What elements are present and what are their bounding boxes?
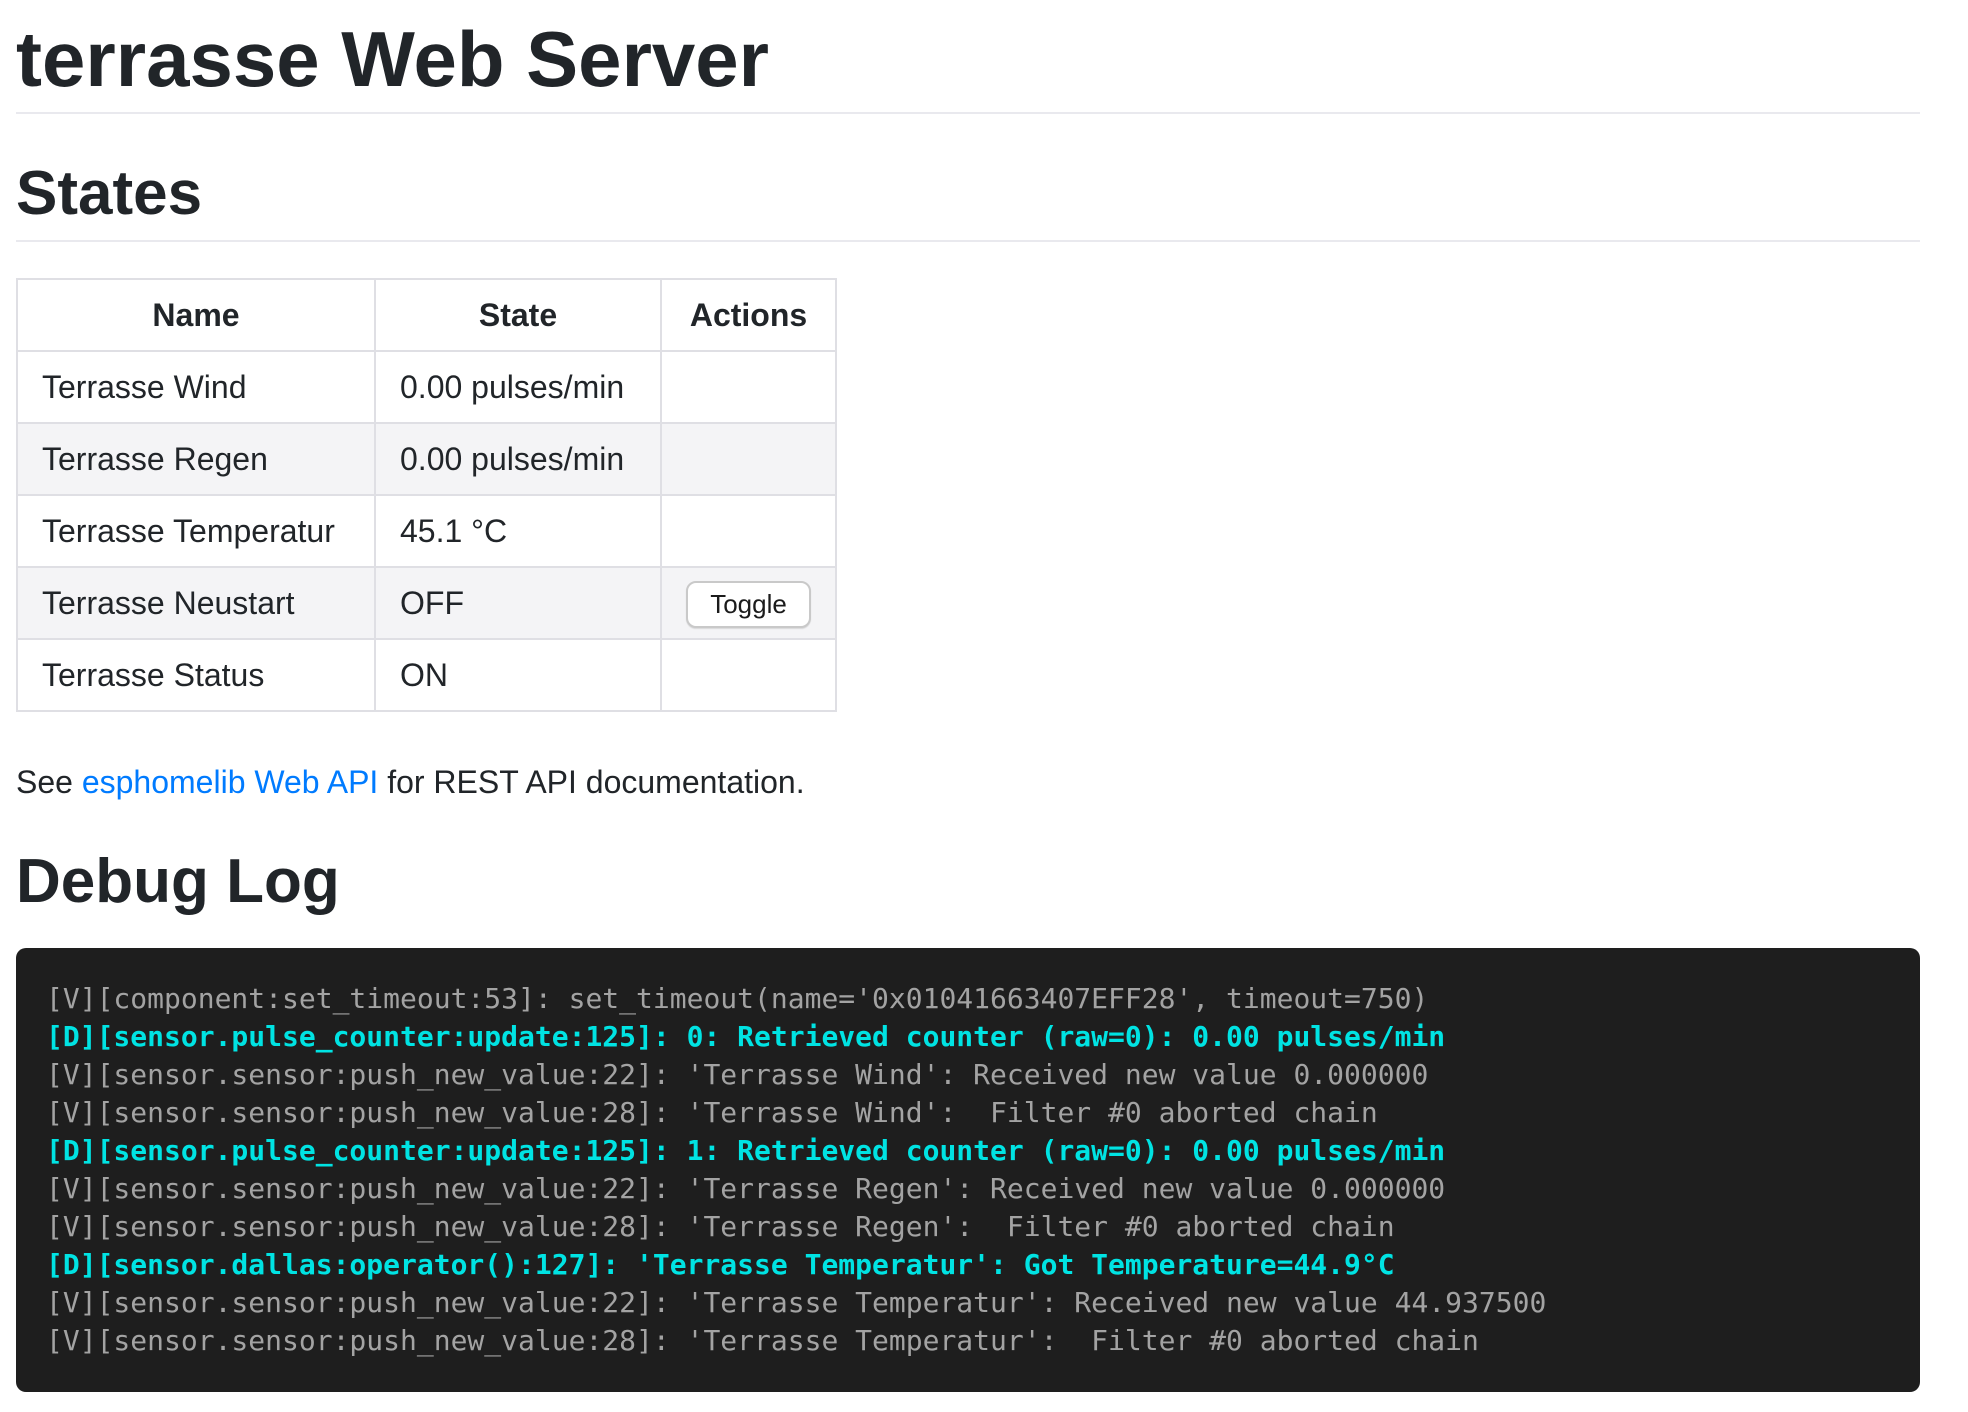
table-row: Terrasse Regen 0.00 pulses/min: [17, 423, 836, 495]
table-row: Terrasse Wind 0.00 pulses/min: [17, 351, 836, 423]
row-name: Terrasse Temperatur: [17, 495, 375, 567]
log-line: [D][sensor.dallas:operator():127]: 'Terr…: [46, 1246, 1890, 1284]
row-actions: [661, 423, 836, 495]
row-actions: [661, 351, 836, 423]
api-note-suffix: for REST API documentation.: [378, 764, 804, 800]
column-header-actions: Actions: [661, 279, 836, 351]
log-line: [V][sensor.sensor:push_new_value:22]: 'T…: [46, 1170, 1890, 1208]
log-line: [V][sensor.sensor:push_new_value:22]: 'T…: [46, 1284, 1890, 1322]
row-actions: Toggle: [661, 567, 836, 639]
log-line: [V][sensor.sensor:push_new_value:28]: 'T…: [46, 1094, 1890, 1132]
states-divider: [16, 240, 1920, 242]
log-line: [V][component:set_timeout:53]: set_timeo…: [46, 980, 1890, 1018]
log-line: [V][sensor.sensor:push_new_value:22]: 'T…: [46, 1056, 1890, 1094]
table-row: Terrasse Status ON: [17, 639, 836, 711]
api-note: See esphomelib Web API for REST API docu…: [16, 758, 1920, 806]
debug-log-panel: [V][component:set_timeout:53]: set_timeo…: [16, 948, 1920, 1392]
log-line: [V][sensor.sensor:push_new_value:28]: 'T…: [46, 1208, 1890, 1246]
row-actions: [661, 639, 836, 711]
debug-log-heading: Debug Log: [16, 846, 1920, 918]
column-header-state: State: [375, 279, 661, 351]
api-note-prefix: See: [16, 764, 82, 800]
row-state: 0.00 pulses/min: [375, 423, 661, 495]
table-header-row: Name State Actions: [17, 279, 836, 351]
row-actions: [661, 495, 836, 567]
row-name: Terrasse Status: [17, 639, 375, 711]
row-name: Terrasse Neustart: [17, 567, 375, 639]
row-name: Terrasse Regen: [17, 423, 375, 495]
states-heading: States: [16, 158, 1920, 230]
esphomelib-web-api-link[interactable]: esphomelib Web API: [82, 764, 378, 800]
title-divider: [16, 112, 1920, 114]
row-state: ON: [375, 639, 661, 711]
table-row: Terrasse Temperatur 45.1 °C: [17, 495, 836, 567]
row-name: Terrasse Wind: [17, 351, 375, 423]
page-title: terrasse Web Server: [16, 14, 1920, 104]
column-header-name: Name: [17, 279, 375, 351]
log-line: [D][sensor.pulse_counter:update:125]: 1:…: [46, 1132, 1890, 1170]
table-row: Terrasse Neustart OFF Toggle: [17, 567, 836, 639]
toggle-button[interactable]: Toggle: [686, 581, 811, 628]
log-line: [D][sensor.pulse_counter:update:125]: 0:…: [46, 1018, 1890, 1056]
row-state: 0.00 pulses/min: [375, 351, 661, 423]
row-state: OFF: [375, 567, 661, 639]
row-state: 45.1 °C: [375, 495, 661, 567]
states-table: Name State Actions Terrasse Wind 0.00 pu…: [16, 278, 837, 712]
log-line: [V][sensor.sensor:push_new_value:28]: 'T…: [46, 1322, 1890, 1360]
